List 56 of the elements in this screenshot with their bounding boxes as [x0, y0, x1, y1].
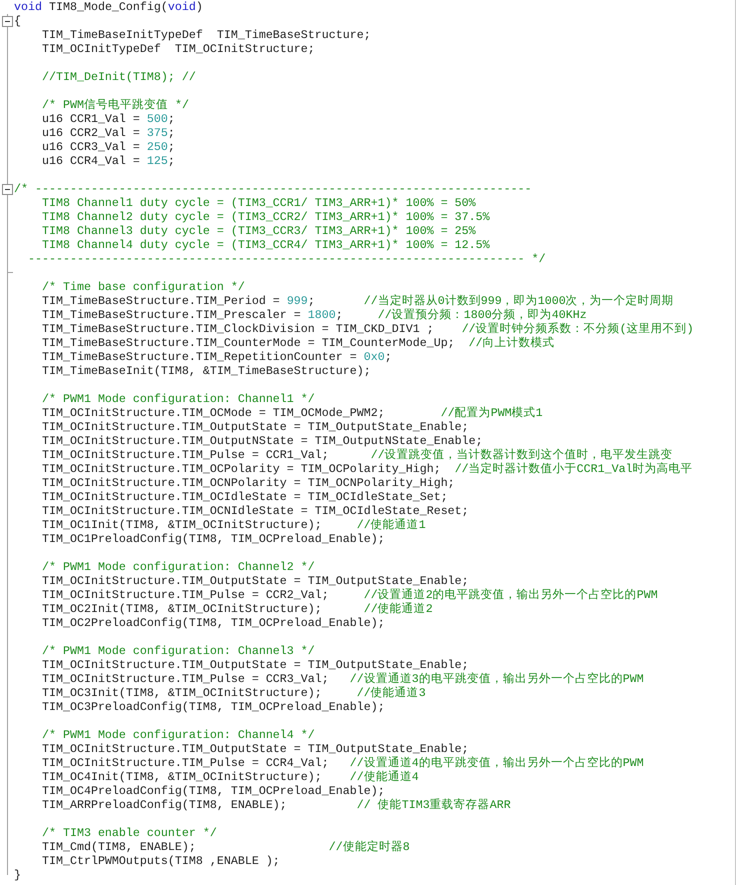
code-line: TIM_TimeBaseInit(TIM8, &TIM_TimeBaseStructure);: [40, 364, 371, 378]
code-line: TIM_OCInitStructure.TIM_OutputState = TIM_OutputState_Enable;: [40, 742, 469, 756]
code-line: TIM8 Channel3 duty cycle = (TIM3_CCR3/ TIM3_ARR+1)* 100% = 25%: [40, 224, 476, 238]
code-line: TIM_CtrlPWMOutputs(TIM8 ,ENABLE );: [40, 854, 280, 868]
code-line: TIM_OC2PreloadConfig(TIM8, TIM_OCPreload_Enable);: [40, 616, 385, 630]
code-line: TIM_OC4Init(TIM8, &TIM_OCInitStructure); //使能通道4: [40, 770, 419, 784]
code-line: TIM_Cmd(TIM8, ENABLE); //使能定时器8: [40, 840, 410, 854]
code-line: TIM_OC3Init(TIM8, &TIM_OCInitStructure); //使能通道3: [40, 686, 426, 700]
collapse-icon[interactable]: [2, 184, 13, 195]
code-line: TIM_OCInitStructure.TIM_Pulse = CCR3_Val; //设置通道3的电平跳变值，输出另外一个占空比的PWM: [40, 672, 644, 686]
code-line: TIM_TimeBaseStructure.TIM_Period = 999; //当定时器从0计数到999，即为1000次，为一个定时周期: [40, 294, 674, 308]
code-line: TIM_OCInitStructure.TIM_OutputState = TIM_OutputState_Enable;: [40, 574, 469, 588]
code-line: TIM_TimeBaseStructure.TIM_ClockDivision = TIM_CKD_DIV1 ; //设置时钟分频系数：不分频(这里用不到): [40, 322, 694, 336]
collapse-icon[interactable]: [2, 16, 13, 27]
code-line: TIM_OC1Init(TIM8, &TIM_OCInitStructure); //使能通道1: [40, 518, 426, 532]
code-line: //TIM_DeInit(TIM8); //: [40, 70, 196, 84]
code-line: /* Time base configuration */: [40, 280, 245, 294]
code-line: u16 CCR4_Val = 125;: [40, 154, 175, 168]
code-line: TIM_OCInitStructure.TIM_OCNIdleState = TIM_OCIdleState_Reset;: [40, 504, 469, 518]
code-line: TIM8 Channel1 duty cycle = (TIM3_CCR1/ TIM3_ARR+1)* 100% = 50%: [40, 196, 476, 210]
code-line: TIM_TimeBaseStructure.TIM_Prescaler = 1800; //设置预分频：1800分频，即为40KHz: [40, 308, 587, 322]
code-line: TIM_OC1PreloadConfig(TIM8, TIM_OCPreload_Enable);: [40, 532, 385, 546]
code-line: TIM8 Channel4 duty cycle = (TIM3_CCR4/ TIM3_ARR+1)* 100% = 12.5%: [40, 238, 490, 252]
code-line: TIM_TimeBaseStructure.TIM_CounterMode = TIM_CounterMode_Up; //向上计数模式: [40, 336, 555, 350]
code-line: /* TIM3 enable counter */: [40, 826, 217, 840]
code-line: TIM_OC3PreloadConfig(TIM8, TIM_OCPreload_Enable);: [40, 700, 385, 714]
code-line: /* PWM信号电平跳变值 */: [40, 98, 189, 112]
code-line: TIM_OCInitStructure.TIM_OutputNState = TIM_OutputNState_Enable;: [40, 434, 483, 448]
code-line: TIM_OCInitStructure.TIM_Pulse = CCR2_Val; //设置通道2的电平跳变值，输出另外一个占空比的PWM: [40, 588, 658, 602]
code-line: {: [14, 14, 21, 28]
code-line: ----------------------------------------------------------------------- */: [26, 252, 546, 266]
code-line: TIM8 Channel2 duty cycle = (TIM3_CCR2/ TIM3_ARR+1)* 100% = 37.5%: [40, 210, 490, 224]
code-line: TIM_OCInitStructure.TIM_OCNPolarity = TIM_OCNPolarity_High;: [40, 476, 455, 490]
code-line: /* -----------------------------------------------------------------------: [14, 182, 532, 196]
code-line: TIM_TimeBaseStructure.TIM_RepetitionCounter = 0x0;: [40, 350, 392, 364]
code-line: TIM_OC4PreloadConfig(TIM8, TIM_OCPreload_Enable);: [40, 784, 385, 798]
code-line: }: [14, 868, 21, 882]
code-line: TIM_OCInitStructure.TIM_Pulse = CCR4_Val; //设置通道4的电平跳变值，输出另外一个占空比的PWM: [40, 756, 644, 770]
code-line: /* PWM1 Mode configuration: Channel2 */: [40, 560, 315, 574]
code-line: u16 CCR3_Val = 250;: [40, 140, 175, 154]
code-line: u16 CCR1_Val = 500;: [40, 112, 175, 126]
code-line: u16 CCR2_Val = 375;: [40, 126, 175, 140]
code-line: TIM_OCInitStructure.TIM_OCMode = TIM_OCMode_PWM2; //配置为PWM模式1: [40, 406, 543, 420]
code-line: TIM_OCInitStructure.TIM_OCPolarity = TIM_OCPolarity_High; //当定时器计数值小于CCR1_Val时为高电平: [40, 462, 693, 476]
code-line: TIM_OCInitStructure.TIM_OCIdleState = TIM_OCIdleState_Set;: [40, 490, 448, 504]
code-line: TIM_ARRPreloadConfig(TIM8, ENABLE); // 使能TIM3重载寄存器ARR: [40, 798, 511, 812]
code-line: TIM_OCInitStructure.TIM_Pulse = CCR1_Val; //设置跳变值，当计数器计数到这个值时，电平发生跳变: [40, 448, 673, 462]
code-line: void TIM8_Mode_Config(void): [14, 0, 203, 14]
code-line: /* PWM1 Mode configuration: Channel1 */: [40, 392, 315, 406]
code-line: TIM_OC2Init(TIM8, &TIM_OCInitStructure); //使能通道2: [40, 602, 433, 616]
code-line: TIM_OCInitTypeDef TIM_OCInitStructure;: [40, 42, 315, 56]
code-line: TIM_TimeBaseInitTypeDef TIM_TimeBaseStructure;: [40, 28, 371, 42]
code-line: TIM_OCInitStructure.TIM_OutputState = TIM_OutputState_Enable;: [40, 658, 469, 672]
code-line: TIM_OCInitStructure.TIM_OutputState = TIM_OutputState_Enable;: [40, 420, 469, 434]
code-line: /* PWM1 Mode configuration: Channel4 */: [40, 728, 315, 742]
code-line: /* PWM1 Mode configuration: Channel3 */: [40, 644, 315, 658]
